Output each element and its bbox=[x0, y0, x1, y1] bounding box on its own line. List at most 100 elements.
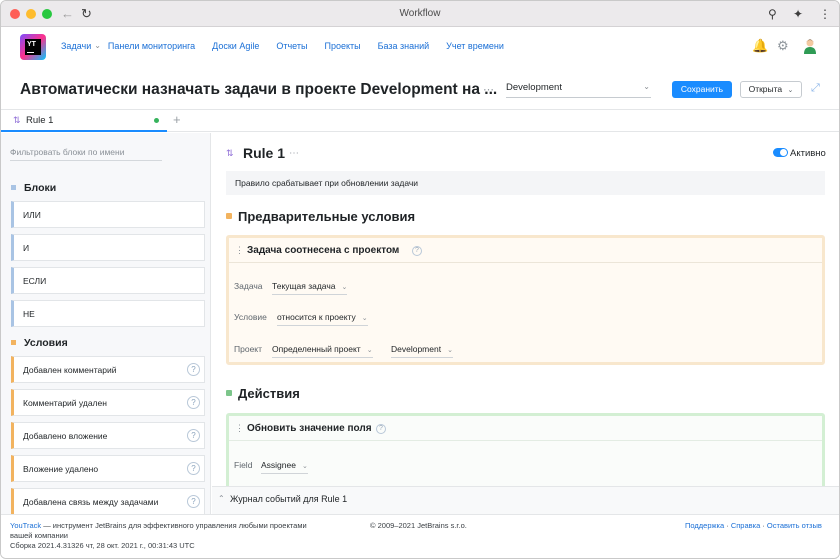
bell-icon[interactable]: 🔔 bbox=[752, 39, 768, 53]
menu-item-issues[interactable]: Задачи bbox=[61, 41, 91, 51]
browser-title: Workflow bbox=[399, 8, 441, 19]
help-icon[interactable]: ? bbox=[187, 363, 200, 376]
support-link[interactable]: Поддержка bbox=[685, 521, 724, 530]
more-options-icon[interactable]: ⋯ bbox=[483, 83, 495, 96]
add-tab-icon[interactable]: + bbox=[173, 112, 181, 127]
logo-mark: YT bbox=[25, 39, 41, 55]
block-label: НЕ bbox=[23, 309, 35, 319]
help-icon[interactable]: ? bbox=[187, 429, 200, 442]
rule-icon: ⇅ bbox=[226, 148, 234, 158]
blocks-marker bbox=[11, 185, 16, 190]
status-dropdown[interactable]: Открыта ⌄ bbox=[740, 81, 802, 98]
logo-text: YT bbox=[27, 41, 36, 48]
filter-blocks-input[interactable]: Фильтровать блоки по имени bbox=[10, 147, 162, 161]
zoom-icon[interactable]: ⚲ bbox=[768, 6, 777, 22]
blocks-sidebar: Фильтровать блоки по имени Блоки ИЛИ И Е… bbox=[1, 133, 211, 514]
project-select[interactable]: Development ⌄ bbox=[506, 80, 651, 98]
link-separator: · bbox=[724, 521, 731, 530]
menu-item-projects[interactable]: Проекты bbox=[324, 41, 360, 51]
help-link[interactable]: Справка bbox=[731, 521, 760, 530]
condition-item-attachment-added[interactable]: Добавлено вложение? bbox=[11, 422, 205, 449]
project-type-select[interactable]: Определенный проект ⌄ bbox=[272, 344, 373, 358]
task-select[interactable]: Текущая задача ⌄ bbox=[272, 281, 348, 295]
toggle-knob bbox=[780, 149, 787, 156]
rule-description: Правило срабатывает при обновлении задач… bbox=[226, 171, 825, 195]
drag-handle-icon[interactable]: ⋮ bbox=[235, 245, 244, 256]
condition-item-link-added[interactable]: Добавлена связь между задачами? bbox=[11, 488, 205, 514]
task-select-value: Текущая задача bbox=[272, 281, 336, 291]
footer-description: — инструмент JetBrains для эффективного … bbox=[10, 521, 307, 540]
actions-title: Действия bbox=[238, 386, 300, 401]
condition-item-attachment-removed[interactable]: Вложение удалено? bbox=[11, 455, 205, 482]
field-select-value: Assignee bbox=[261, 460, 296, 470]
drag-handle-icon[interactable]: ⋮ bbox=[235, 423, 244, 434]
project-name-value: Development bbox=[391, 344, 442, 354]
help-icon[interactable]: ? bbox=[187, 462, 200, 475]
gear-icon[interactable]: ⚙ bbox=[777, 39, 789, 53]
field-select[interactable]: Assignee ⌄ bbox=[261, 460, 308, 474]
rule-editor: ⇅ Rule 1 ⋯ Активно Правило срабатывает п… bbox=[212, 133, 839, 486]
avatar[interactable] bbox=[803, 38, 817, 54]
condition-label: Добавлено вложение bbox=[23, 431, 108, 441]
task-label: Задача bbox=[234, 281, 263, 291]
build-info: Сборка 2021.4.31326 чт, 28 окт. 2021 г.,… bbox=[10, 541, 195, 550]
condition-item-comment-removed[interactable]: Комментарий удален? bbox=[11, 389, 205, 416]
footer-links: Поддержка · Справка · Оставить отзыв bbox=[685, 521, 822, 530]
condition-label: Добавлена связь между задачами bbox=[23, 497, 159, 507]
chevron-down-icon: ⌄ bbox=[447, 347, 453, 354]
expand-icon[interactable]: ⤢ bbox=[811, 82, 820, 95]
block-item-if[interactable]: ЕСЛИ bbox=[11, 267, 205, 294]
chevron-down-icon: ⌄ bbox=[361, 315, 368, 322]
tab-label: Rule 1 bbox=[26, 115, 54, 126]
status-label: Открыта bbox=[748, 84, 783, 94]
help-icon[interactable]: ? bbox=[376, 424, 386, 434]
card-title: Обновить значение поля bbox=[247, 423, 372, 434]
extensions-icon[interactable]: ✦ bbox=[793, 6, 803, 22]
browser-toolbar: ← ↻ Workflow ⚲ ✦ ⋮ bbox=[1, 1, 839, 27]
field-label: Field bbox=[234, 460, 253, 470]
action-card: ⋮ Обновить значение поля ? Field Assigne… bbox=[226, 413, 825, 486]
more-options-icon[interactable]: ⋯ bbox=[289, 148, 300, 159]
condition-item-comment-added[interactable]: Добавлен комментарий? bbox=[11, 356, 205, 383]
youtrack-logo[interactable]: YT bbox=[20, 34, 46, 60]
tab-rule-1[interactable]: ⇅ Rule 1 bbox=[1, 111, 167, 132]
active-toggle-label: Активно bbox=[790, 148, 826, 159]
preconditions-marker bbox=[226, 213, 232, 219]
active-toggle[interactable] bbox=[773, 148, 788, 157]
menu-item-dashboards[interactable]: Панели мониторинга bbox=[108, 41, 195, 51]
menu-item-time-tracking[interactable]: Учет времени bbox=[446, 41, 504, 51]
precondition-card: ⋮ Задача соотнесена с проектом ? Задача … bbox=[226, 235, 825, 365]
project-name-select[interactable]: Development ⌄ bbox=[391, 344, 453, 358]
feedback-link[interactable]: Оставить отзыв bbox=[767, 521, 822, 530]
conditions-heading: Условия bbox=[11, 337, 68, 349]
block-item-and[interactable]: И bbox=[11, 234, 205, 261]
chevron-down-icon: ⌄ bbox=[341, 284, 348, 291]
condition-label: Комментарий удален bbox=[23, 398, 107, 408]
rule-tabs: ⇅ Rule 1 + bbox=[1, 111, 839, 132]
event-log-panel[interactable]: ⌃ Журнал событий для Rule 1 bbox=[212, 486, 839, 514]
chevron-up-icon[interactable]: ⌃ bbox=[218, 494, 225, 503]
preconditions-title: Предварительные условия bbox=[238, 209, 416, 224]
chevron-down-icon[interactable]: ⌄ bbox=[94, 41, 101, 51]
menu-item-reports[interactable]: Отчеты bbox=[276, 41, 307, 51]
help-icon[interactable]: ? bbox=[187, 396, 200, 409]
save-button[interactable]: Сохранить bbox=[672, 81, 732, 98]
help-icon[interactable]: ? bbox=[187, 495, 200, 508]
link-separator: · bbox=[760, 521, 767, 530]
logo-bar bbox=[27, 52, 34, 53]
help-icon[interactable]: ? bbox=[412, 246, 422, 256]
menu-item-knowledge-base[interactable]: База знаний bbox=[378, 41, 430, 51]
block-item-not[interactable]: НЕ bbox=[11, 300, 205, 327]
block-item-or[interactable]: ИЛИ bbox=[11, 201, 205, 228]
browser-menu-icon[interactable]: ⋮ bbox=[819, 6, 831, 22]
block-label: ИЛИ bbox=[23, 210, 41, 220]
condition-select[interactable]: относится к проекту ⌄ bbox=[277, 312, 368, 326]
rule-name[interactable]: Rule 1 bbox=[243, 145, 285, 161]
active-status-dot bbox=[154, 118, 159, 123]
project-type-value: Определенный проект bbox=[272, 344, 361, 354]
youtrack-link[interactable]: YouTrack bbox=[10, 521, 41, 530]
condition-label: Вложение удалено bbox=[23, 464, 99, 474]
menu-item-agile-boards[interactable]: Доски Agile bbox=[212, 41, 259, 51]
chevron-down-icon: ⌄ bbox=[643, 82, 650, 91]
actions-marker bbox=[226, 390, 232, 396]
